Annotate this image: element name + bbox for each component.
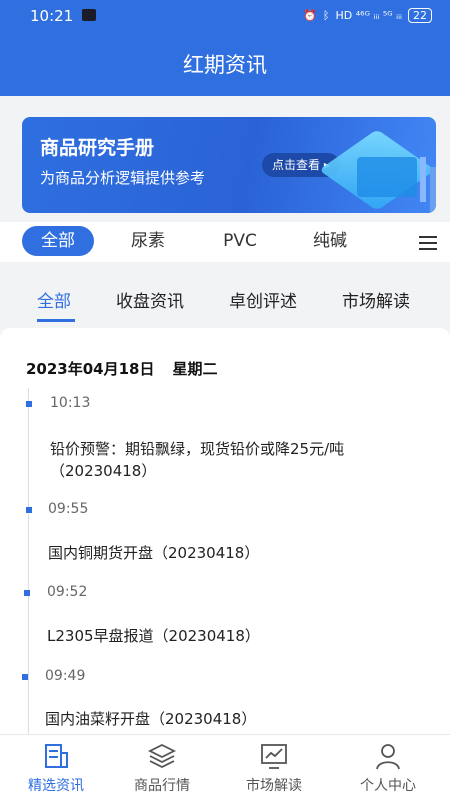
category-tab-pvc[interactable]: PVC	[210, 226, 270, 256]
news-time: 09:52	[47, 584, 88, 600]
news-time: 09:55	[48, 501, 89, 517]
banner-title: 商品研究手册	[40, 137, 155, 159]
status-bar: 10:21 ⏰ ᛒ HD ⁴⁶ᴳ ᵢᵢᵢ ⁵ᴳ ᵢᵢᵢ 22	[0, 0, 450, 34]
page-title: 红期资讯	[183, 53, 267, 77]
category-tab-urea[interactable]: 尿素	[118, 226, 178, 256]
nav-market-analysis[interactable]: 市场解读	[218, 735, 330, 801]
news-icon	[45, 744, 68, 768]
timeline-dot	[26, 401, 32, 407]
nav-personal-center[interactable]: 个人中心	[332, 735, 444, 801]
news-item[interactable]: L2305早盘报道（20230418）	[47, 625, 417, 647]
sub-tabs: 全部 收盘资讯 卓创评述 市场解读	[0, 262, 450, 328]
nav-label: 个人中心	[360, 778, 416, 794]
news-time: 09:49	[45, 668, 86, 684]
news-item[interactable]: 铅价预警：期铅飘绿，现货铅价或降25元/吨（20230418）	[50, 438, 410, 482]
subtab-closing-news[interactable]: 收盘资讯	[116, 287, 184, 312]
timeline-dot	[22, 674, 28, 680]
category-tab-soda-ash[interactable]: 纯碱	[300, 226, 360, 256]
feed-date-text: 2023年04月18日	[26, 360, 155, 378]
timeline-dot	[24, 590, 30, 596]
timeline-dot	[26, 507, 32, 513]
status-time: 10:21	[30, 7, 74, 25]
news-time: 10:13	[50, 395, 91, 411]
user-icon	[376, 744, 400, 770]
alarm-icon: ⏰	[303, 9, 317, 22]
nav-featured-news[interactable]: 精选资讯	[0, 735, 112, 801]
banner-subtitle: 为商品分析逻辑提供参考	[40, 169, 206, 187]
news-feed: 2023年04月18日 星期二 10:13 铅价预警：期铅飘绿，现货铅价或降25元…	[0, 328, 450, 734]
research-handbook-banner[interactable]: 商品研究手册 为商品分析逻辑提供参考 点击查看 ▸	[22, 117, 436, 213]
feed-weekday: 星期二	[172, 360, 218, 378]
timeline-line	[28, 388, 29, 734]
layers-icon	[147, 743, 177, 769]
news-item[interactable]: 国内铜期货开盘（20230418）	[48, 542, 418, 564]
news-item[interactable]: 国内油菜籽开盘（20230418）	[45, 708, 415, 730]
nav-label: 市场解读	[246, 778, 302, 794]
status-icons: ⏰ ᛒ HD ⁴⁶ᴳ ᵢᵢᵢ ⁵ᴳ ᵢᵢᵢ 22	[303, 8, 432, 23]
subtab-market-analysis[interactable]: 市场解读	[342, 287, 410, 312]
banner-bars-decoration	[420, 157, 426, 202]
app-bar: 红期资讯	[0, 34, 450, 96]
bluetooth-icon: ᛒ	[322, 9, 330, 22]
signal-indicator: HD ⁴⁶ᴳ ᵢᵢᵢ ⁵ᴳ ᵢᵢᵢ	[335, 9, 402, 22]
nav-label: 精选资讯	[28, 778, 84, 794]
subtab-commentary[interactable]: 卓创评述	[229, 287, 297, 312]
nav-label: 商品行情	[134, 778, 190, 794]
chart-icon	[261, 744, 287, 769]
active-tab-indicator	[37, 319, 75, 322]
category-tabs: 全部 尿素 PVC 纯碱	[0, 222, 450, 262]
bottom-navigation: 精选资讯 商品行情 市场解读 个人中心	[0, 734, 450, 801]
menu-icon[interactable]	[419, 236, 437, 250]
battery-icon: 22	[408, 8, 432, 23]
banner-illustration-base	[357, 157, 417, 197]
subtab-all[interactable]: 全部	[37, 287, 71, 312]
nav-commodity-quotes[interactable]: 商品行情	[106, 735, 218, 801]
category-tab-all[interactable]: 全部	[22, 226, 94, 256]
feed-date: 2023年04月18日 星期二	[26, 358, 218, 379]
message-icon	[82, 9, 96, 21]
